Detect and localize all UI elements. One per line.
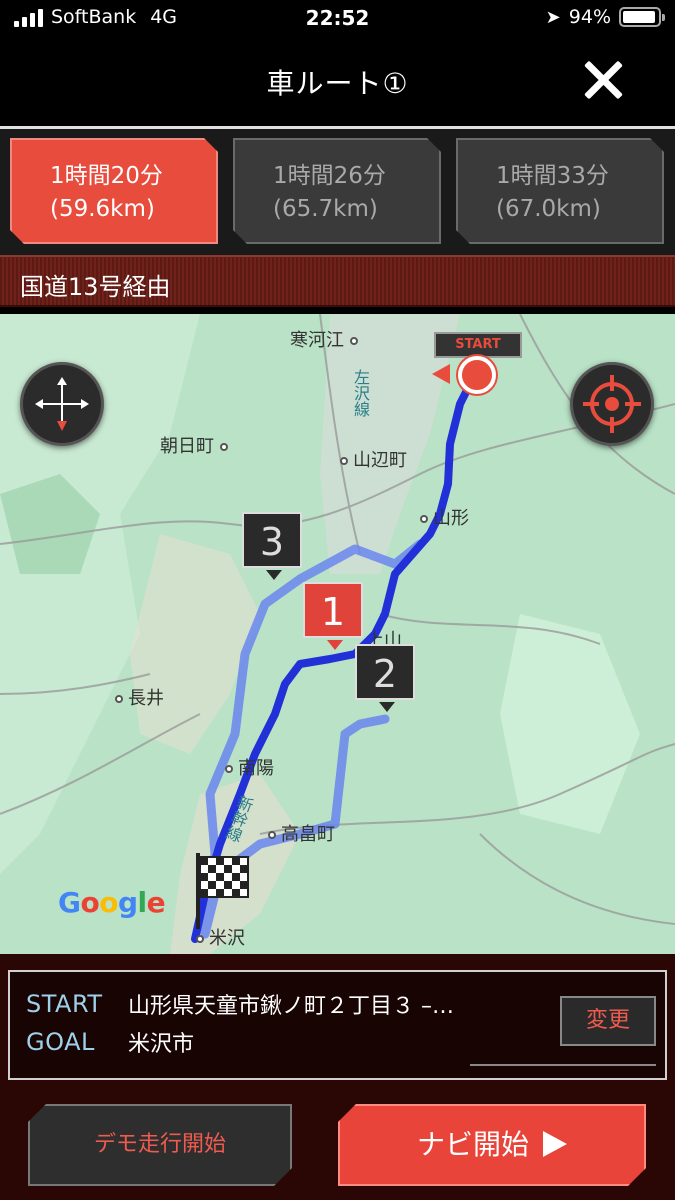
start-value: 山形県天童市鍬ノ町２丁目３ –…	[128, 994, 454, 1019]
route-tag-1[interactable]: 1	[303, 582, 363, 650]
map-label-nanyo: 南陽	[225, 754, 274, 780]
title-bar: 車ルート①	[0, 40, 675, 126]
route-option-1[interactable]: 1時間20分 (59.6km)	[10, 138, 218, 244]
start-navigation-label: ナビ開始	[416, 1128, 529, 1161]
start-row: START 山形県天童市鍬ノ町２丁目３ –…	[26, 988, 454, 1020]
route-options: 1時間20分 (59.6km) 1時間26分 (65.7km) 1時間33分 (…	[0, 129, 675, 255]
route-time: 1時間20分	[50, 163, 163, 189]
route-distance: (67.0km)	[496, 196, 601, 222]
start-direction-icon	[432, 364, 450, 384]
location-arrow-icon: ➤	[545, 6, 561, 28]
status-bar: SoftBank 4G 22:52 ➤ 94%	[0, 0, 675, 40]
map-label-takahata: 高畠町	[268, 820, 335, 846]
route-via-label: 国道13号経由	[20, 273, 171, 301]
route-tag-2[interactable]: 2	[355, 644, 415, 712]
route-tag-3[interactable]: 3	[242, 512, 302, 580]
route-time: 1時間26分	[273, 163, 386, 189]
goal-flag-icon[interactable]	[190, 849, 254, 929]
route-time: 1時間33分	[496, 163, 609, 189]
map-label-asahi: 朝日町	[160, 432, 233, 458]
map-label-nagai: 長井	[115, 684, 164, 710]
page-title: 車ルート①	[266, 67, 409, 100]
change-button[interactable]: 変更	[560, 996, 656, 1046]
trip-panel: START 山形県天童市鍬ノ町２丁目３ –… GOAL 米沢市 変更 デモ走行開…	[0, 954, 675, 1200]
route-option-2[interactable]: 1時間26分 (65.7km)	[233, 138, 441, 244]
route-via-bar: 国道13号経由	[0, 255, 675, 307]
close-icon[interactable]	[581, 58, 625, 102]
route-distance: (65.7km)	[273, 196, 378, 222]
goal-row: GOAL 米沢市	[26, 1026, 194, 1058]
battery-icon	[619, 7, 665, 27]
demo-drive-button[interactable]: デモ走行開始	[28, 1104, 292, 1186]
compass-button[interactable]	[20, 362, 104, 446]
battery-percent: 94%	[568, 6, 611, 28]
map-label-yamagata: 山形	[420, 504, 469, 530]
start-marker-label: START	[434, 332, 522, 358]
map-label-yamanobe: 山辺町	[340, 446, 407, 472]
route-distance: (59.6km)	[50, 196, 155, 222]
play-arrow-icon	[543, 1131, 567, 1157]
route-map[interactable]: 寒河江 左沢線 朝日町 山辺町 山形 上山 長井 南陽 高畠町 新幹線 米沢 S…	[0, 314, 675, 954]
start-label: START	[26, 990, 103, 1018]
crosshair-icon	[583, 375, 641, 433]
compass-icon	[35, 377, 89, 431]
divider	[470, 1064, 656, 1066]
map-label-sagae: 寒河江	[290, 326, 363, 352]
map-label-rail: 左沢線	[351, 369, 370, 417]
goal-value: 米沢市	[128, 1032, 195, 1057]
goal-label: GOAL	[26, 1028, 95, 1056]
route-option-3[interactable]: 1時間33分 (67.0km)	[456, 138, 664, 244]
current-location-button[interactable]	[570, 362, 654, 446]
trip-summary: START 山形県天童市鍬ノ町２丁目３ –… GOAL 米沢市 変更	[8, 970, 667, 1080]
start-navigation-button[interactable]: ナビ開始	[338, 1104, 646, 1186]
google-logo: Google	[58, 886, 166, 919]
start-pin-icon[interactable]	[458, 356, 496, 394]
